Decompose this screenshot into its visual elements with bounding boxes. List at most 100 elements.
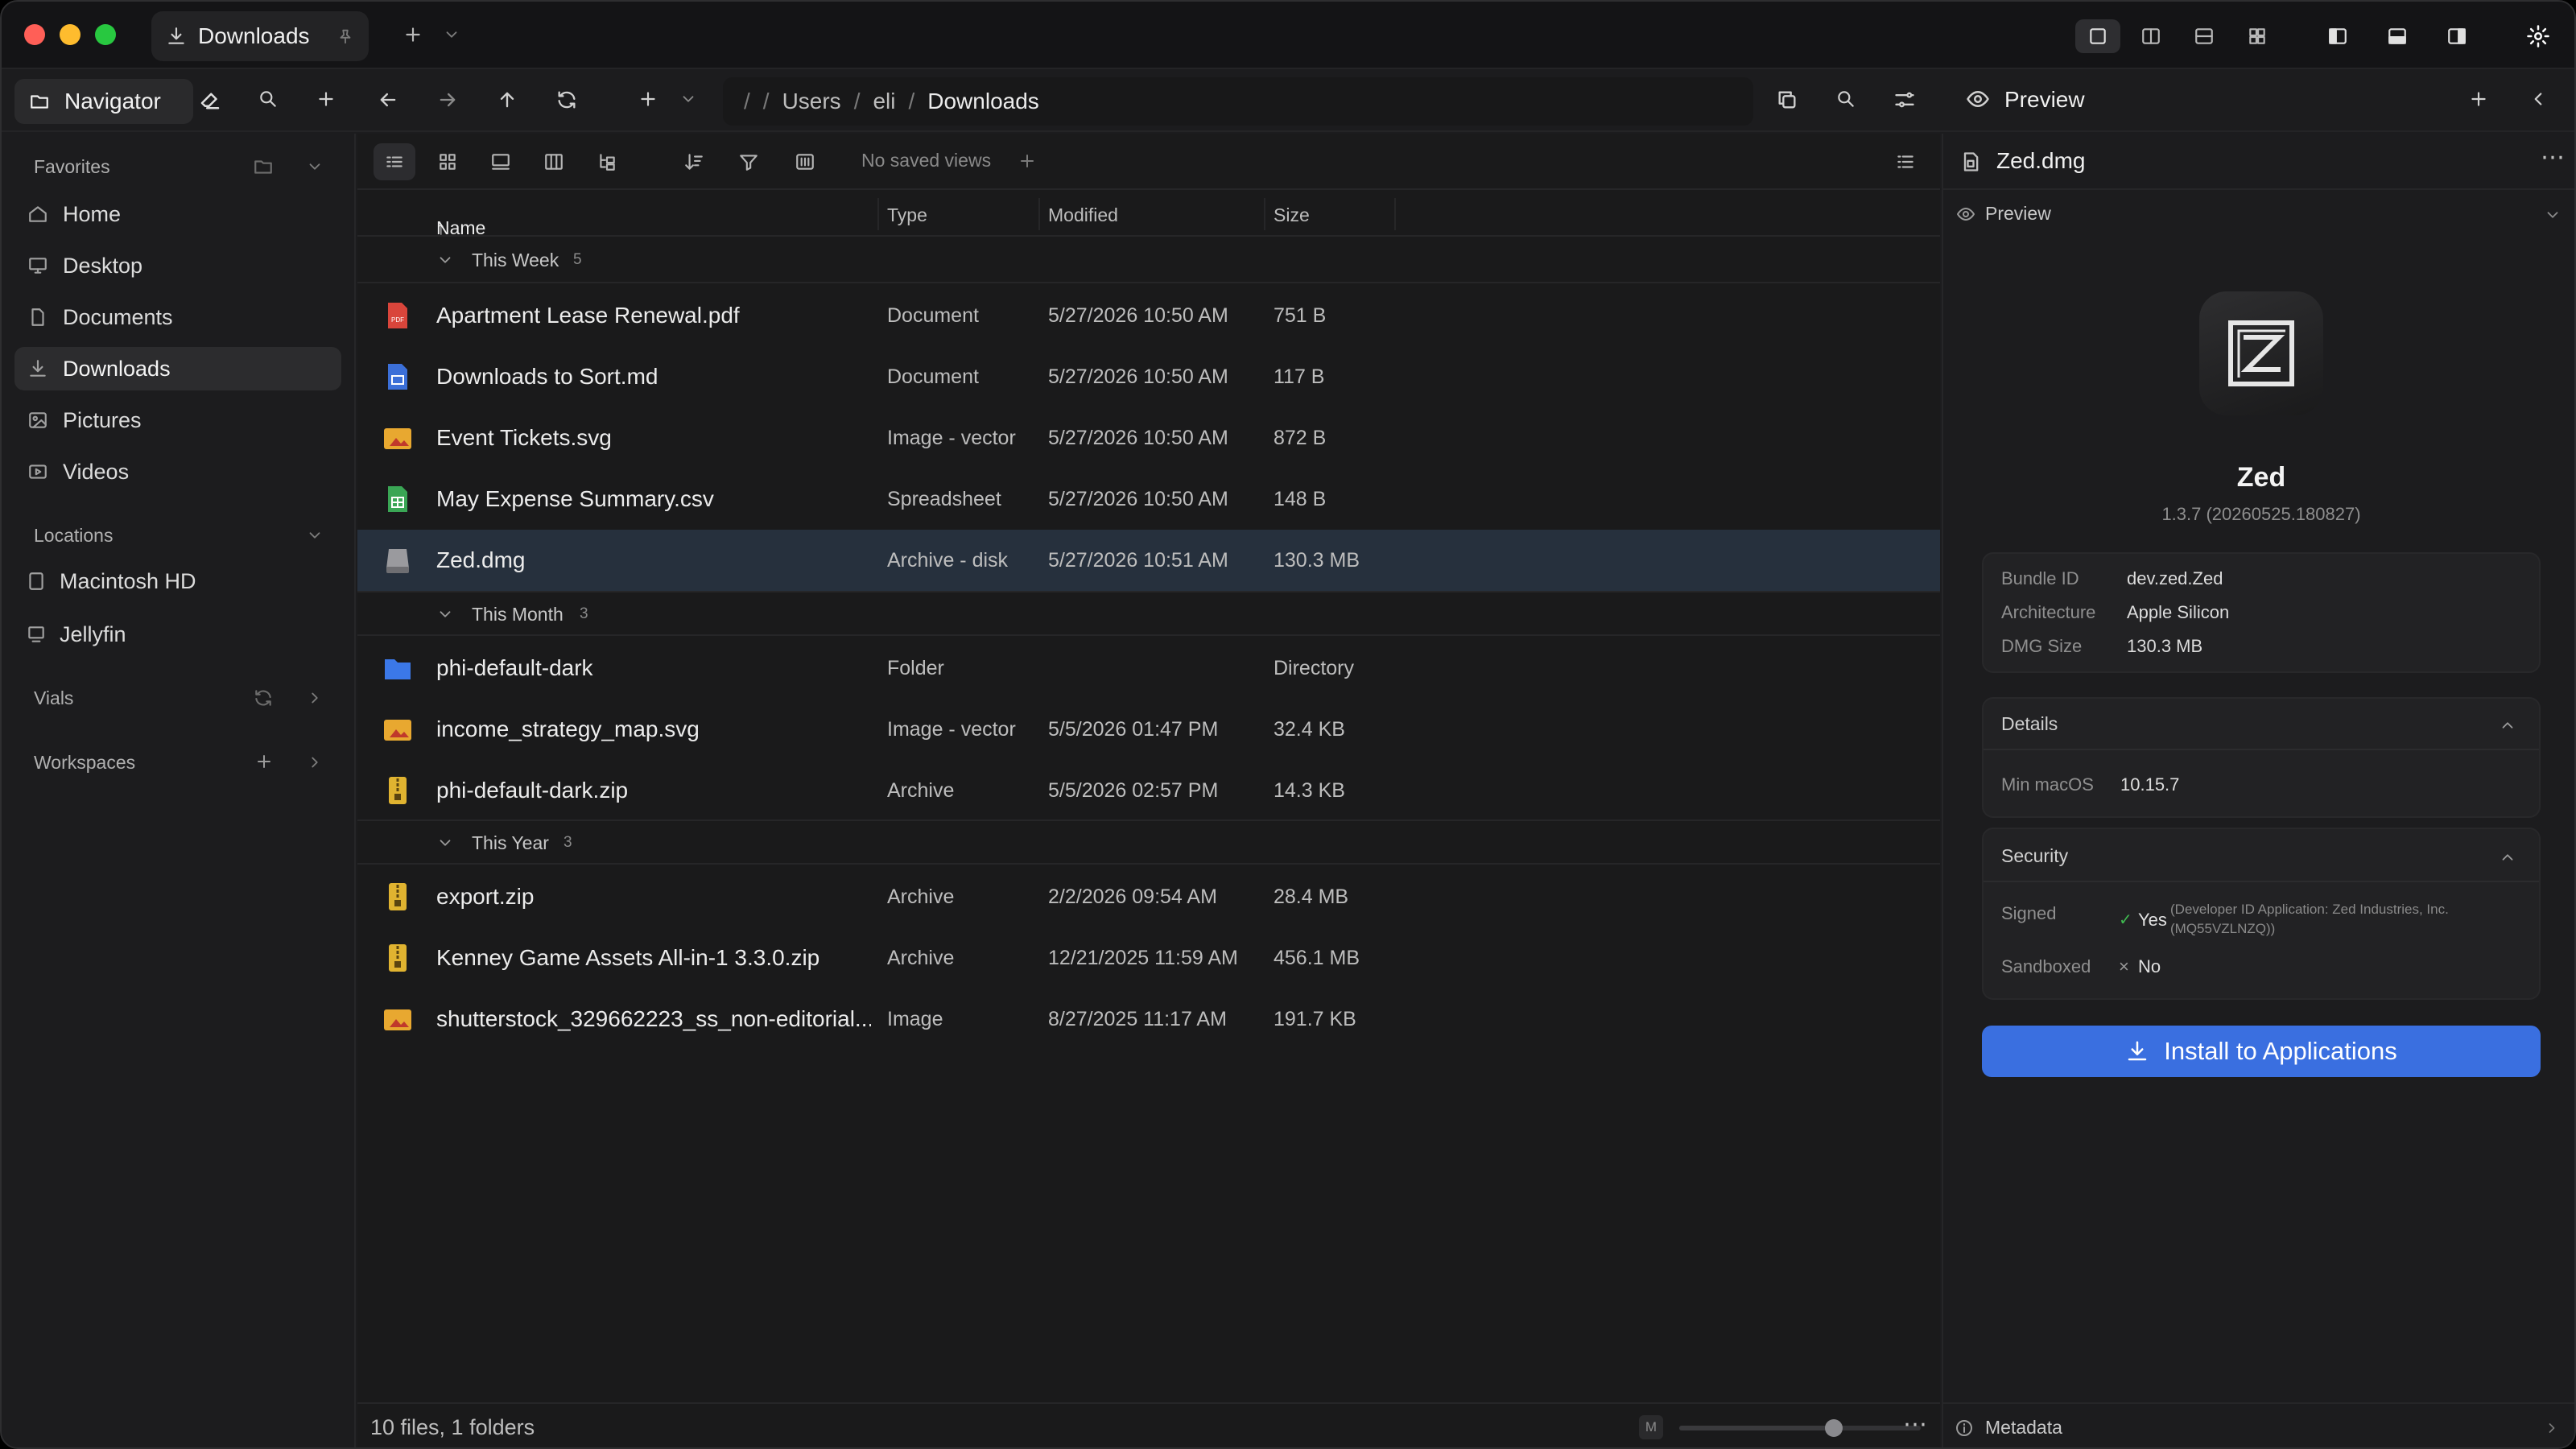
preview-add-icon[interactable] (2468, 89, 2489, 109)
breadcrumb[interactable]: / / Users / eli / Downloads (723, 77, 1753, 126)
new-item-plus-icon[interactable] (638, 89, 658, 109)
group-header-this-week[interactable]: This Week 5 (357, 238, 1940, 283)
vials-chevron-right-icon[interactable] (306, 689, 324, 707)
icon-view-button[interactable] (427, 143, 469, 180)
search-icon[interactable] (1835, 89, 1856, 109)
back-arrow-icon[interactable] (377, 89, 399, 111)
locations-header[interactable]: Locations (34, 525, 113, 547)
details-header[interactable]: Details (1984, 699, 2539, 750)
column-header-size[interactable]: Size (1274, 204, 1310, 226)
refresh-icon[interactable] (555, 89, 578, 111)
sidebar-item-macintosh-hd[interactable]: Macintosh HD (14, 559, 341, 603)
disk-icon (27, 571, 45, 592)
install-to-applications-button[interactable]: Install to Applications (1982, 1026, 2541, 1077)
zoom-window-button[interactable] (95, 24, 116, 45)
new-item-chevron-icon[interactable] (679, 90, 697, 108)
stacked-layout-icon[interactable] (2193, 26, 2215, 47)
navigator-button[interactable]: Navigator (14, 79, 193, 124)
file-name: export.zip (436, 884, 535, 909)
forward-arrow-icon[interactable] (436, 89, 459, 111)
group-header-this-month[interactable]: This Month 3 (357, 591, 1940, 636)
column-divider (1394, 198, 1396, 230)
toggle-preview-panel-icon[interactable] (2446, 26, 2468, 47)
metadata-bar[interactable]: Metadata (1943, 1402, 2574, 1447)
sidebar-item-home[interactable]: Home (14, 192, 341, 236)
minimize-window-button[interactable] (60, 24, 80, 45)
grid-view-icon (437, 151, 458, 172)
eraser-icon[interactable] (198, 87, 222, 111)
table-row[interactable]: Kenney Game Assets All-in-1 3.3.0.zip Ar… (357, 927, 1940, 989)
sidebar-item-documents[interactable]: Documents (14, 295, 341, 339)
preview-section-header[interactable]: Preview (1943, 192, 2574, 237)
sidebar-item-pictures[interactable]: Pictures (14, 398, 341, 442)
table-row[interactable]: export.zip Archive 2/2/2026 09:54 AM 28.… (357, 866, 1940, 927)
group-button[interactable] (784, 143, 826, 180)
table-row[interactable]: May Expense Summary.csv Spreadsheet 5/27… (357, 469, 1940, 530)
security-header[interactable]: Security (1984, 829, 2539, 882)
dual-pane-layout-icon[interactable] (2140, 26, 2162, 47)
toggle-sidebar-icon[interactable] (2326, 26, 2349, 47)
column-view-button[interactable] (533, 143, 575, 180)
table-row-selected[interactable]: Zed.dmg Archive - disk 5/27/2026 10:51 A… (357, 530, 1940, 591)
locations-chevron-down-icon[interactable] (306, 526, 324, 544)
workspaces-header[interactable]: Workspaces (34, 752, 135, 774)
picture-icon (27, 410, 48, 431)
breadcrumb-downloads[interactable]: Downloads (927, 89, 1039, 114)
saved-views-label[interactable]: No saved views (861, 150, 991, 171)
sidebar-item-downloads[interactable]: Downloads (14, 347, 341, 390)
filter-settings-icon[interactable] (1893, 89, 1916, 111)
sort-button[interactable] (673, 143, 715, 180)
favorites-chevron-down-icon[interactable] (306, 158, 324, 175)
breadcrumb-users[interactable]: Users (782, 89, 841, 114)
zoom-slider-knob[interactable] (1824, 1419, 1843, 1437)
new-tab-plus-icon[interactable] (402, 24, 423, 45)
details-key: Min macOS (2001, 774, 2094, 795)
sidebar-item-videos[interactable]: Videos (14, 450, 341, 493)
sidebar-item-jellyfin[interactable]: Jellyfin (14, 613, 341, 656)
copy-path-icon[interactable] (1776, 89, 1798, 111)
add-saved-view-icon[interactable] (1018, 151, 1037, 171)
chevron-right-icon (2544, 1420, 2560, 1436)
more-options-icon[interactable]: ⋯ (1903, 1410, 1927, 1439)
list-view-button[interactable] (374, 143, 415, 180)
zoom-slider[interactable] (1679, 1419, 1921, 1437)
table-row[interactable]: phi-default-dark.zip Archive 5/5/2026 02… (357, 760, 1940, 821)
collapse-preview-chevron-icon[interactable] (2528, 89, 2549, 109)
new-folder-icon[interactable] (253, 156, 274, 177)
preview-more-icon[interactable]: ⋯ (2541, 143, 2565, 171)
vials-sync-icon[interactable] (253, 687, 274, 708)
workspaces-add-icon[interactable] (254, 752, 274, 771)
gallery-view-button[interactable] (480, 143, 522, 180)
table-row[interactable]: PDF Apartment Lease Renewal.pdf Document… (357, 285, 1940, 346)
vials-header[interactable]: Vials (34, 687, 73, 709)
grid-layout-icon[interactable] (2246, 26, 2268, 47)
sidebar-add-icon[interactable] (316, 89, 336, 109)
settings-gear-icon[interactable] (2526, 24, 2550, 48)
workspaces-chevron-right-icon[interactable] (306, 753, 324, 771)
column-header-type[interactable]: Type (887, 204, 927, 226)
single-pane-layout-icon[interactable] (2087, 26, 2109, 47)
table-row[interactable]: Event Tickets.svg Image - vector 5/27/20… (357, 407, 1940, 469)
table-row[interactable]: Downloads to Sort.md Document 5/27/2026 … (357, 346, 1940, 407)
group-header-this-year[interactable]: This Year 3 (357, 819, 1940, 865)
filter-button[interactable] (728, 143, 770, 180)
tab-list-chevron-icon[interactable] (443, 26, 460, 43)
table-row[interactable]: income_strategy_map.svg Image - vector 5… (357, 699, 1940, 760)
close-window-button[interactable] (24, 24, 45, 45)
pin-icon[interactable] (336, 27, 354, 45)
column-header-modified[interactable]: Modified (1048, 204, 1118, 226)
file-modified: 5/27/2026 10:50 AM (1048, 427, 1228, 449)
breadcrumb-root[interactable]: / (744, 89, 750, 114)
table-row[interactable]: phi-default-dark Folder Directory (357, 638, 1940, 699)
toggle-bottom-panel-icon[interactable] (2386, 26, 2409, 47)
column-options-icon[interactable] (1895, 151, 1916, 172)
preview-file-name: Zed.dmg (1996, 148, 2086, 173)
sidebar-search-icon[interactable] (258, 89, 279, 109)
table-row[interactable]: shutterstock_329662223_ss_non-editorial.… (357, 989, 1940, 1050)
up-arrow-icon[interactable] (496, 89, 518, 111)
sidebar-item-desktop[interactable]: Desktop (14, 244, 341, 287)
tree-view-button[interactable] (586, 143, 628, 180)
breadcrumb-eli[interactable]: eli (873, 89, 895, 114)
tab-downloads[interactable]: Downloads (151, 11, 369, 61)
favorites-header[interactable]: Favorites (34, 156, 110, 178)
